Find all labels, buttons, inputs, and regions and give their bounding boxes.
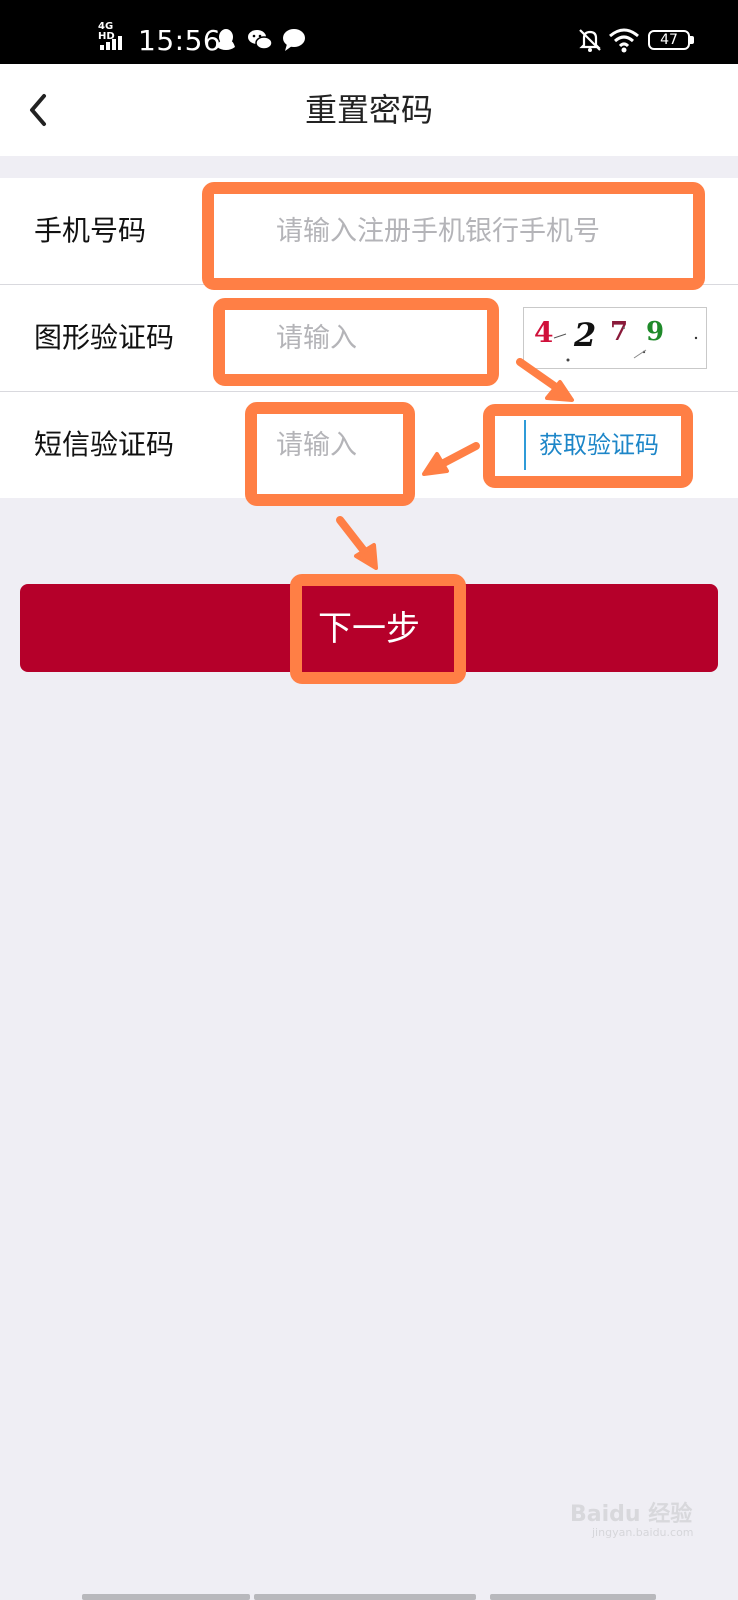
arrow-to-next-button-icon xyxy=(336,516,378,570)
nav-bar: 重置密码 xyxy=(0,64,738,156)
get-sms-code-button[interactable]: 获取验证码 xyxy=(524,420,672,470)
svg-text:9: 9 xyxy=(646,317,664,347)
phone-row: 手机号码 xyxy=(0,178,738,285)
status-bar: 4G HD 15:56 47 xyxy=(0,0,738,64)
battery-level: 47 xyxy=(660,32,678,48)
cellular-signal-icon: 4G HD xyxy=(98,22,128,52)
captcha-input[interactable] xyxy=(276,315,466,361)
battery-icon: 47 xyxy=(648,30,694,52)
sms-code-input[interactable] xyxy=(276,422,386,468)
captcha-label: 图形验证码 xyxy=(34,321,175,354)
captcha-image[interactable]: 4 2 7 9 xyxy=(523,307,707,369)
sms-row: 短信验证码 获取验证码 xyxy=(0,392,738,498)
bottom-edge xyxy=(0,1590,738,1600)
sms-label: 短信验证码 xyxy=(34,428,175,461)
wechat-icon xyxy=(248,30,273,50)
captcha-image-graphic: 4 2 7 9 xyxy=(534,316,698,362)
svg-text:2: 2 xyxy=(573,316,596,354)
silent-bell-icon xyxy=(579,29,601,52)
status-time: 15:56 xyxy=(138,24,222,57)
wifi-icon xyxy=(609,28,639,53)
next-step-button[interactable]: 下一步 xyxy=(20,584,718,672)
phone-label: 手机号码 xyxy=(34,214,147,247)
chevron-left-icon xyxy=(30,94,46,126)
baidu-watermark: Baidu 经验 jingyan.baidu.com xyxy=(560,1480,720,1540)
reset-password-form: 手机号码 图形验证码 4 2 7 9 短信验证码 获取验证码 xyxy=(0,178,738,498)
captcha-row: 图形验证码 4 2 7 9 xyxy=(0,285,738,392)
watermark-text: Baidu 经验 xyxy=(570,1502,693,1527)
message-icon xyxy=(283,29,305,51)
qq-icon xyxy=(217,29,235,50)
svg-text:7: 7 xyxy=(610,317,628,347)
svg-text:4: 4 xyxy=(534,316,553,349)
page-title: 重置密码 xyxy=(304,91,433,129)
watermark-sub: jingyan.baidu.com xyxy=(592,1526,694,1539)
phone-input[interactable] xyxy=(276,208,656,254)
back-button[interactable] xyxy=(16,86,64,134)
